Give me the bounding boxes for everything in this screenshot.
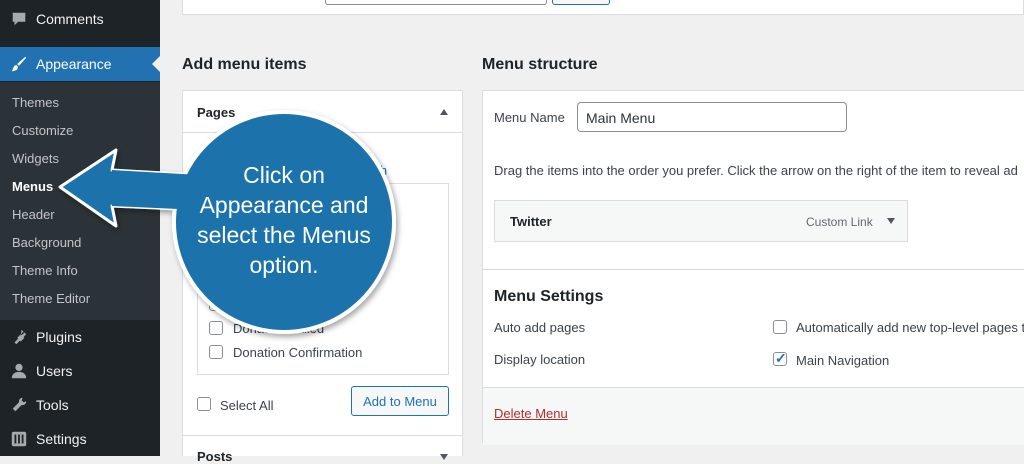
auto-add-pages-label: Auto add pages	[494, 320, 586, 335]
callout-line: select the Menus	[197, 222, 371, 248]
callout-text: Click on Appearance and select the Menus…	[182, 160, 386, 280]
expand-arrow-icon[interactable]	[440, 454, 448, 460]
add-to-menu-button[interactable]: Add to Menu	[351, 386, 449, 416]
drag-instructions: Drag the items into the order you prefer…	[494, 163, 1018, 178]
admin-sidebar: Comments Appearance Themes Customize Wid…	[0, 0, 160, 456]
divider	[483, 269, 1024, 270]
comment-icon	[12, 12, 26, 26]
delete-menu-link[interactable]: Delete Menu	[494, 406, 568, 421]
sidebar-item-label: Settings	[36, 431, 87, 447]
sidebar-item-tools[interactable]: Tools	[0, 388, 160, 422]
submenu-item-theme-info[interactable]: Theme Info	[12, 263, 78, 278]
page-checkbox[interactable]	[209, 345, 223, 359]
submenu-item-background[interactable]: Background	[12, 235, 81, 250]
sidebar-item-comments[interactable]: Comments	[0, 2, 160, 36]
sidebar-item-label: Tools	[36, 397, 69, 413]
page-checkbox[interactable]	[209, 297, 223, 311]
wrench-icon	[12, 397, 27, 412]
select-menu-dropdown[interactable]	[325, 0, 547, 5]
sidebar-item-appearance[interactable]: Appearance	[0, 47, 160, 81]
menu-edit-panel: Menu Name Main Menu Drag the items into …	[482, 90, 1024, 445]
menu-item-twitter[interactable]: Twitter Custom Link	[494, 200, 908, 242]
sidebar-item-plugins[interactable]: Plugins	[0, 320, 160, 354]
sidebar-item-label: Comments	[36, 11, 104, 27]
page-label: Donation Failed	[233, 321, 325, 336]
plugin-icon	[14, 329, 27, 345]
menu-structure-title: Menu structure	[482, 56, 598, 73]
collapse-arrow-icon[interactable]	[440, 109, 448, 115]
sidebar-item-settings[interactable]: Settings	[0, 422, 160, 456]
auto-add-pages-checkbox[interactable]	[773, 320, 787, 334]
paintbrush-icon	[11, 56, 27, 72]
sidebar-item-users[interactable]: Users	[0, 354, 160, 388]
submenu-item-menus[interactable]: Menus	[12, 179, 53, 194]
submenu-item-header[interactable]: Header	[12, 207, 55, 222]
sidebar-item-label: Plugins	[36, 329, 82, 345]
callout-line: Appearance and	[199, 192, 369, 218]
menu-footer: Delete Menu	[483, 387, 1024, 445]
posts-panel[interactable]: Posts	[182, 435, 463, 464]
display-location-label: Display location	[494, 352, 586, 367]
submenu-item-customize[interactable]: Customize	[12, 123, 73, 138]
page-checkbox[interactable]	[209, 321, 223, 335]
menu-item-type: Custom Link	[806, 215, 873, 229]
settings-icon	[11, 431, 27, 447]
main-navigation-checkbox[interactable]	[773, 350, 787, 367]
menu-name-label: Menu Name	[494, 110, 565, 125]
callout-line: Click on	[243, 162, 325, 188]
pages-panel-title: Pages	[197, 105, 236, 120]
callout-line: option.	[249, 252, 319, 278]
page-label: Donation Confirmation	[233, 345, 363, 360]
select-menu-bar	[182, 0, 1024, 15]
active-indicator	[152, 56, 160, 72]
submenu-item-widgets[interactable]: Widgets	[12, 151, 59, 166]
appearance-submenu: Themes Customize Widgets Menus Header Ba…	[0, 82, 160, 320]
expand-item-arrow-icon[interactable]	[887, 218, 895, 224]
users-icon	[11, 363, 27, 379]
menu-name-input[interactable]: Main Menu	[577, 102, 847, 132]
submenu-item-theme-editor[interactable]: Theme Editor	[12, 291, 90, 306]
auto-add-pages-option: Automatically add new top-level pages t	[796, 320, 1024, 335]
menu-settings-title: Menu Settings	[494, 288, 604, 305]
posts-panel-title: Posts	[197, 449, 233, 464]
add-menu-items-title: Add menu items	[182, 56, 307, 73]
select-all-checkbox[interactable]	[197, 397, 211, 411]
sidebar-item-label: Appearance	[36, 56, 112, 72]
select-all-label: Select All	[220, 398, 274, 413]
main-navigation-option: Main Navigation	[796, 353, 890, 368]
select-menu-button[interactable]	[552, 0, 610, 5]
pages-panel-header[interactable]: Pages	[183, 91, 462, 133]
submenu-item-themes[interactable]: Themes	[12, 95, 59, 110]
sidebar-item-label: Users	[36, 363, 73, 379]
menu-item-title: Twitter	[510, 214, 552, 229]
